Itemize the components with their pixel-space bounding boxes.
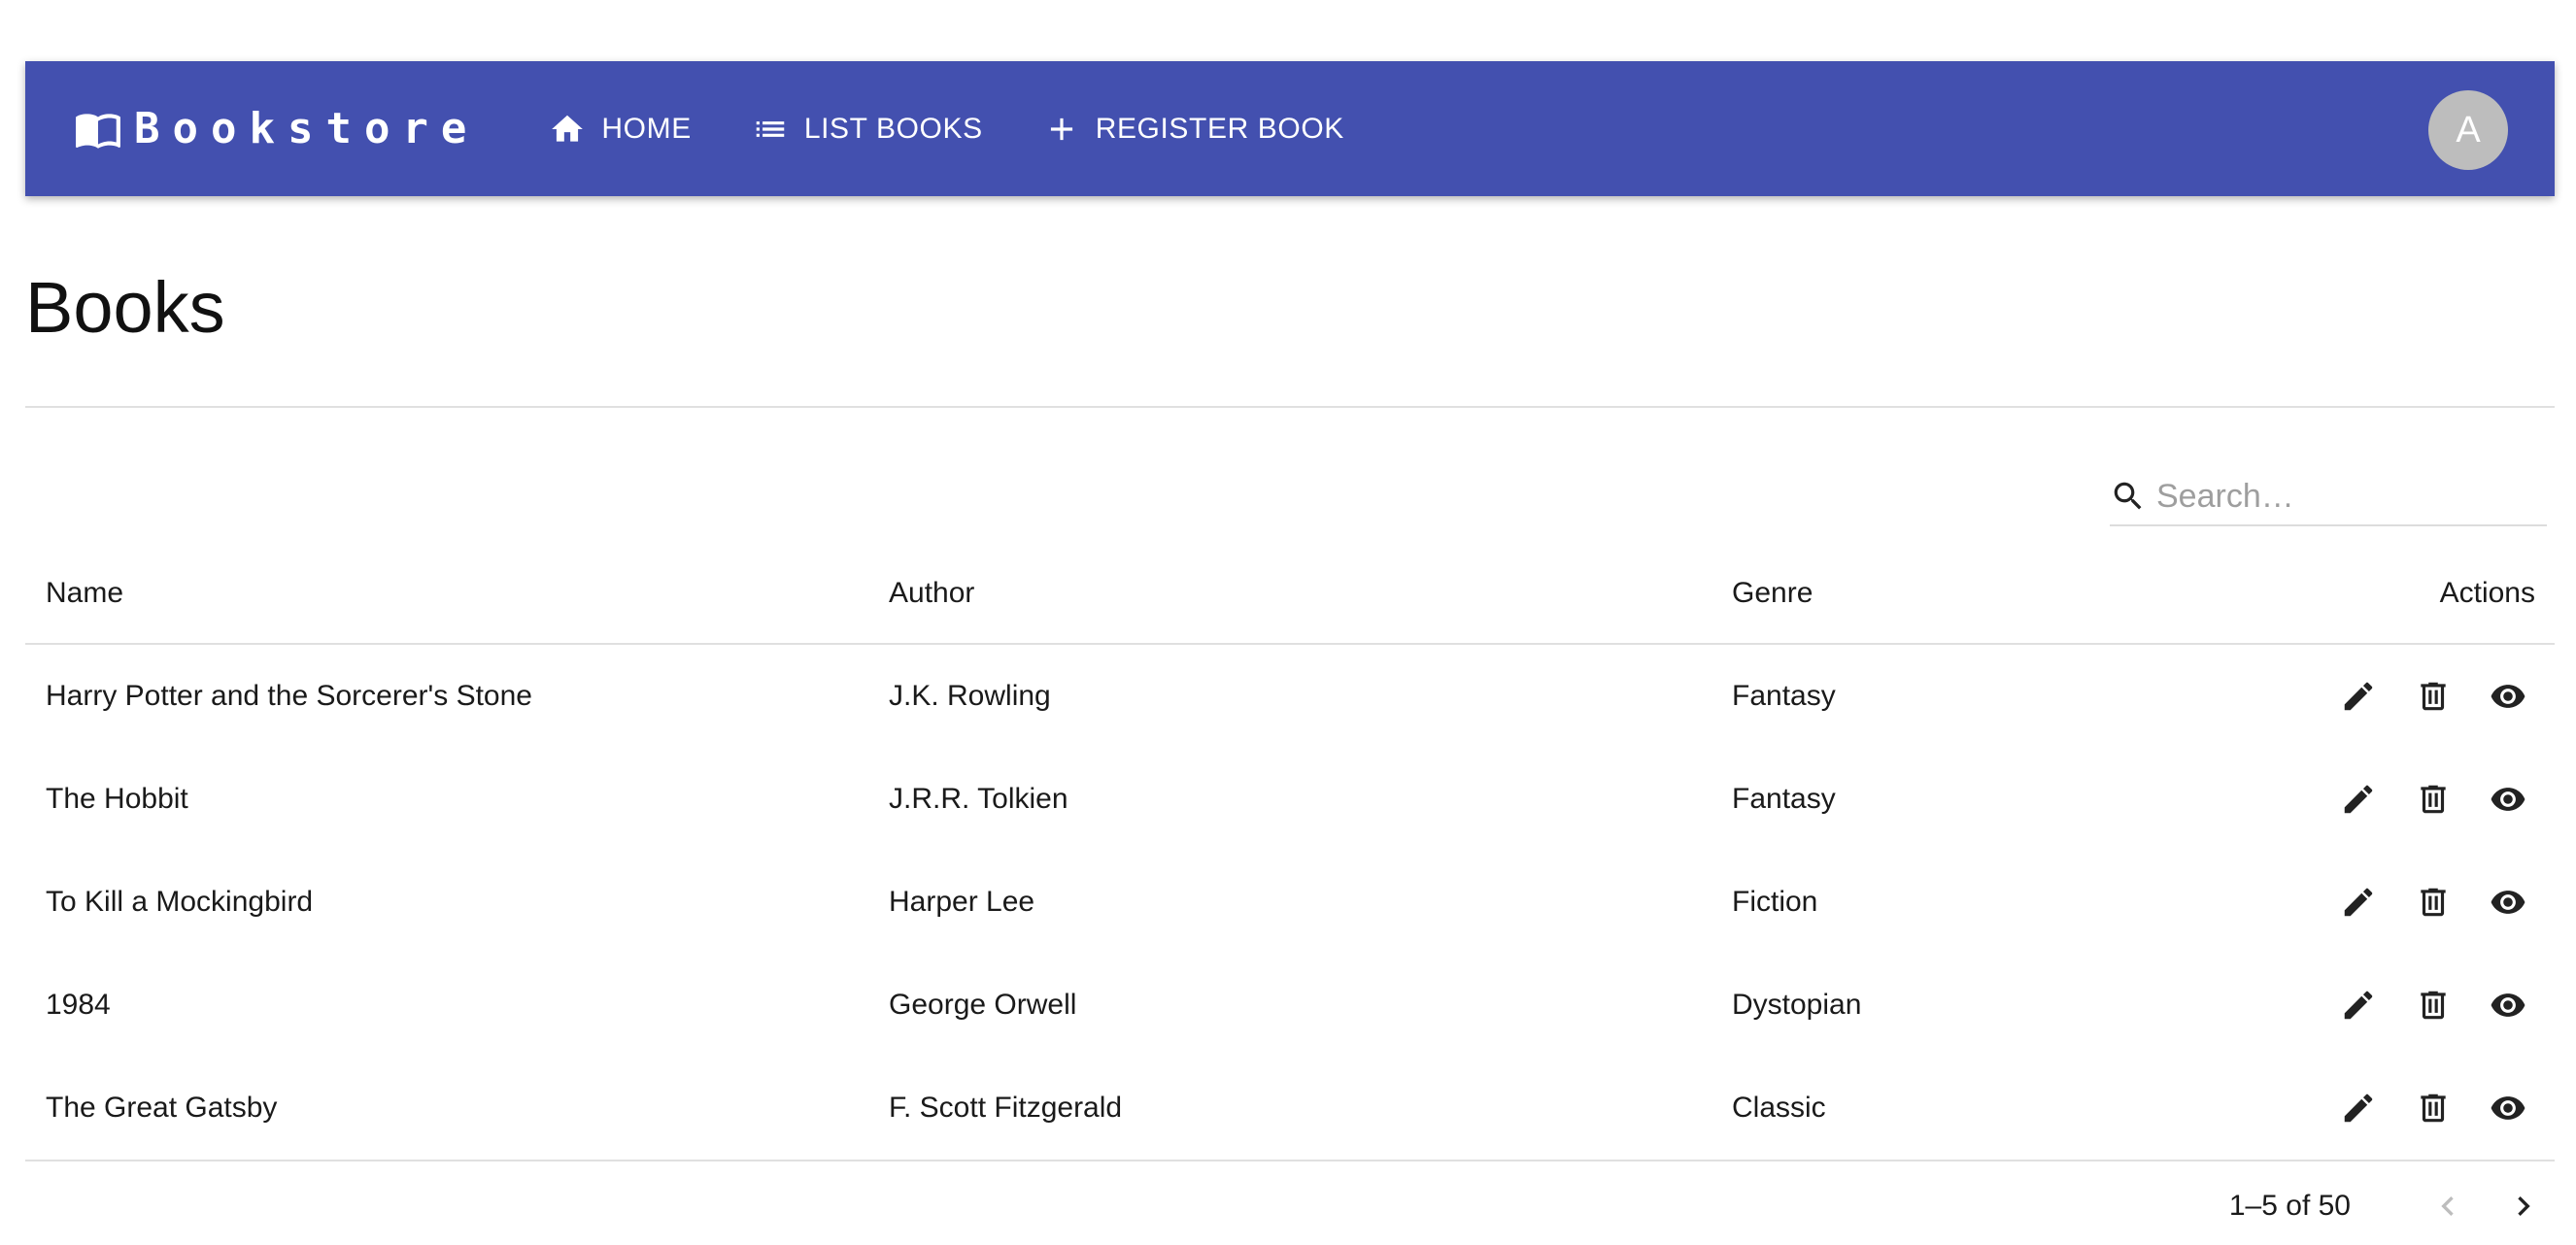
cell-genre: Fantasy [1732, 783, 1836, 815]
cell-genre: Fantasy [1732, 680, 1836, 712]
cell-author: F. Scott Fitzgerald [889, 1092, 1123, 1124]
edit-icon [2340, 884, 2377, 921]
nav-list-books-button[interactable]: LIST BOOKS [738, 90, 997, 168]
delete-button[interactable] [2406, 669, 2460, 723]
edit-button[interactable] [2331, 772, 2386, 826]
delete-icon [2415, 884, 2452, 921]
nav-home-label: HOME [601, 112, 692, 145]
brand[interactable]: Bookstore [74, 104, 479, 153]
cell-name: The Great Gatsby [46, 1092, 278, 1124]
pagination: 1–5 of 50 [2229, 1179, 2551, 1233]
delete-button[interactable] [2406, 772, 2460, 826]
nav-register-book-button[interactable]: REGISTER BOOK [1030, 90, 1358, 168]
column-header-genre[interactable]: Genre [1712, 577, 2217, 610]
edit-icon [2340, 987, 2377, 1024]
delete-icon [2415, 1090, 2452, 1127]
nav-list-books-label: LIST BOOKS [803, 112, 983, 145]
delete-icon [2415, 987, 2452, 1024]
previous-page-button[interactable] [2421, 1179, 2475, 1233]
view-icon [2490, 781, 2526, 818]
home-icon [549, 111, 586, 148]
cell-name: The Hobbit [46, 783, 188, 815]
delete-icon [2415, 781, 2452, 818]
pagination-count: 1–5 of 50 [2228, 1190, 2351, 1222]
table-row[interactable]: The Great Gatsby F. Scott Fitzgerald Cla… [25, 1057, 2555, 1160]
page-title: Books [25, 267, 225, 348]
table-bottom-divider [25, 1160, 2555, 1161]
cell-genre: Dystopian [1732, 989, 1862, 1021]
view-icon [2490, 678, 2526, 715]
edit-button[interactable] [2331, 875, 2386, 929]
view-icon [2490, 987, 2526, 1024]
view-button[interactable] [2481, 978, 2535, 1032]
search-box [2110, 468, 2547, 526]
row-actions [2217, 1081, 2555, 1135]
search-icon [2110, 478, 2147, 515]
edit-icon [2340, 781, 2377, 818]
row-actions [2217, 875, 2555, 929]
plus-icon [1043, 111, 1080, 148]
app-bar: Bookstore HOME LIST BOOKS REGISTER BOOK … [25, 61, 2555, 196]
cell-author: J.R.R. Tolkien [889, 783, 1068, 815]
edit-icon [2340, 1090, 2377, 1127]
column-header-author[interactable]: Author [868, 577, 1712, 610]
row-actions [2217, 772, 2555, 826]
edit-button[interactable] [2331, 1081, 2386, 1135]
delete-button[interactable] [2406, 875, 2460, 929]
cell-name: Harry Potter and the Sorcerer's Stone [46, 680, 532, 712]
table-row[interactable]: To Kill a Mockingbird Harper Lee Fiction [25, 851, 2555, 954]
view-button[interactable] [2481, 1081, 2535, 1135]
cell-name: 1984 [46, 989, 111, 1021]
row-actions [2217, 669, 2555, 723]
view-button[interactable] [2481, 772, 2535, 826]
delete-icon [2415, 678, 2452, 715]
brand-title: Bookstore [134, 104, 480, 153]
edit-button[interactable] [2331, 978, 2386, 1032]
edit-icon [2340, 678, 2377, 715]
cell-author: George Orwell [889, 989, 1077, 1021]
divider [25, 406, 2555, 408]
table-row[interactable]: 1984 George Orwell Dystopian [25, 954, 2555, 1057]
row-actions [2217, 978, 2555, 1032]
cell-name: To Kill a Mockingbird [46, 886, 314, 918]
view-button[interactable] [2481, 669, 2535, 723]
cell-genre: Fiction [1732, 886, 1818, 918]
view-icon [2490, 884, 2526, 921]
table-row[interactable]: The Hobbit J.R.R. Tolkien Fantasy [25, 748, 2555, 851]
nav-home-button[interactable]: HOME [535, 90, 704, 168]
view-button[interactable] [2481, 875, 2535, 929]
list-icon [752, 111, 789, 148]
avatar[interactable]: A [2428, 90, 2508, 170]
cell-author: Harper Lee [889, 886, 1035, 918]
chevron-left-icon [2428, 1187, 2467, 1226]
delete-button[interactable] [2406, 978, 2460, 1032]
books-table: Name Author Genre Actions Harry Potter a… [25, 544, 2555, 1161]
view-icon [2490, 1090, 2526, 1127]
next-page-button[interactable] [2496, 1179, 2551, 1233]
cell-genre: Classic [1732, 1092, 1826, 1124]
chevron-right-icon [2504, 1187, 2543, 1226]
book-open-icon [74, 105, 122, 153]
column-header-name[interactable]: Name [25, 577, 868, 610]
column-header-actions: Actions [2439, 577, 2535, 609]
table-row[interactable]: Harry Potter and the Sorcerer's Stone J.… [25, 645, 2555, 748]
cell-author: J.K. Rowling [889, 680, 1051, 712]
nav-register-book-label: REGISTER BOOK [1095, 112, 1344, 145]
search-input[interactable] [2156, 477, 2535, 516]
edit-button[interactable] [2331, 669, 2386, 723]
delete-button[interactable] [2406, 1081, 2460, 1135]
table-header-row: Name Author Genre Actions [25, 544, 2555, 645]
